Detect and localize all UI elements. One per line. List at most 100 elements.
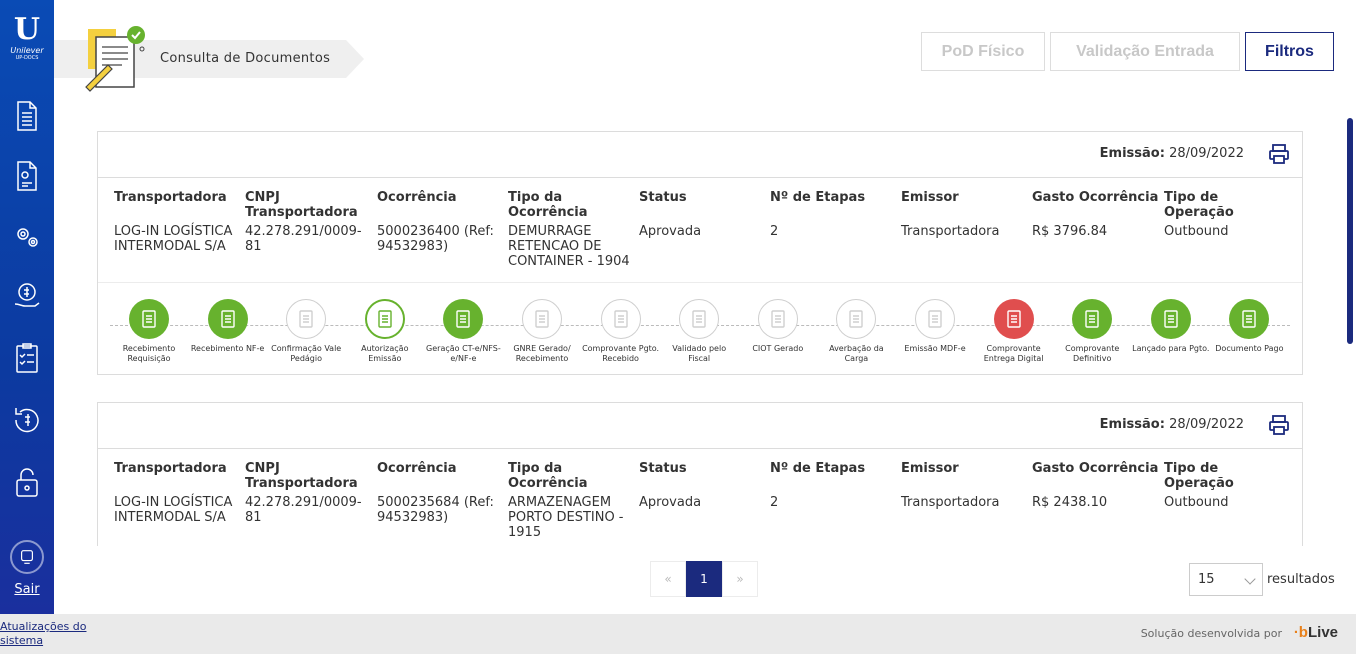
step-item: Comprovante Entrega Digital: [975, 299, 1053, 364]
results-label: resultados: [1267, 572, 1335, 587]
step-status-icon: [364, 299, 405, 339]
step-label: CIOT Gerado: [752, 344, 804, 353]
lock-icon[interactable]: [9, 464, 45, 500]
step-item: Averbação da Carga: [817, 299, 895, 364]
document-row: Transportadora LOG-IN LOGÍSTICA INTERMODA…: [98, 449, 1302, 546]
gasto-value: R$ 3796.84: [1032, 224, 1108, 239]
step-label: Averbação da Carga: [829, 344, 884, 363]
logo-mark: U: [13, 12, 41, 47]
gasto-value: R$ 2438.10: [1032, 495, 1108, 510]
step-status-icon: [129, 299, 169, 339]
step-status-icon: [1150, 299, 1191, 339]
document-card: Emissão: 28/09/2022 Transportadora LOG-IN…: [97, 131, 1303, 375]
step-label: Documento Pago: [1215, 344, 1284, 353]
step-label: Recebimento Requisição: [122, 344, 176, 363]
document-card: Emissão: 28/09/2022 Transportadora LOG-IN…: [97, 402, 1303, 546]
document-settings-icon[interactable]: [9, 158, 45, 194]
col-header: Nº de Etapas: [770, 190, 866, 205]
money-hand-icon[interactable]: [9, 278, 45, 314]
print-icon[interactable]: [1268, 143, 1290, 165]
scrollbar[interactable]: [1347, 118, 1353, 344]
prev-page-button[interactable]: «: [650, 561, 686, 597]
step-label: Validado pelo Fiscal: [672, 344, 727, 363]
chevron-down-icon: [1244, 573, 1256, 585]
col-header: Emissor: [901, 190, 959, 205]
col-header: Status: [639, 190, 687, 205]
step-item: Emissão MDF-e: [896, 299, 974, 354]
step-item: Validado pelo Fiscal: [660, 299, 738, 364]
checklist-icon[interactable]: [9, 340, 45, 376]
page-size-value: 15: [1198, 572, 1215, 587]
col-header: Tipo de Operação: [1164, 461, 1234, 491]
col-header: CNPJ Transportadora: [245, 461, 358, 491]
col-header: Gasto Ocorrência: [1032, 461, 1159, 476]
ocorrencia-value: 5000236400 (Ref: 94532983): [377, 224, 494, 254]
avatar[interactable]: [10, 540, 44, 574]
unilever-logo: U Unilever UP-DOCS: [5, 14, 49, 74]
step-item: GNRE Gerado/ Recebimento: [503, 299, 581, 364]
status-value: Aprovada: [639, 224, 702, 239]
updates-link[interactable]: Atualizações do sistema: [0, 620, 100, 648]
gears-icon[interactable]: [9, 218, 45, 254]
step-label: Geração CT-e/NFS-e/NF-e: [426, 344, 501, 363]
col-header: Tipo da Ocorrência: [508, 190, 588, 220]
step-label: Confirmação Vale Pedágio: [271, 344, 342, 363]
blive-logo: ·bLive: [1293, 624, 1338, 641]
col-header: Transportadora: [114, 461, 227, 476]
col-header: CNPJ Transportadora: [245, 190, 358, 220]
step-status-icon: [679, 299, 720, 339]
footer: Atualizações do sistema Solução desenvol…: [0, 614, 1356, 654]
logo-sub: UP-DOCS: [15, 55, 39, 61]
filtros-button[interactable]: Filtros: [1245, 32, 1334, 71]
emissor-value: Transportadora: [901, 495, 1000, 510]
emission-date: Emissão: 28/09/2022: [1099, 146, 1244, 161]
step-label: Lançado para Pgto.: [1132, 344, 1210, 353]
page-button[interactable]: 1: [686, 561, 722, 597]
progress-steps: Recebimento Requisição Recebimento NF-e Co…: [98, 282, 1302, 374]
next-page-button[interactable]: »: [722, 561, 758, 597]
documents-list[interactable]: Emissão: 28/09/2022 Transportadora LOG-IN…: [54, 100, 1356, 546]
operacao-value: Outbound: [1164, 495, 1229, 510]
page-title: Consulta de Documentos: [160, 51, 331, 66]
step-status-icon: [1229, 299, 1270, 339]
validacao-entrada-button[interactable]: Validação Entrada: [1050, 32, 1240, 71]
step-item: Lançado para Pgto.: [1132, 299, 1210, 354]
col-header: Emissor: [901, 461, 959, 476]
step-status-icon: [522, 299, 562, 339]
emissor-value: Transportadora: [901, 224, 1000, 239]
ocorrencia-value: 5000235684 (Ref: 94532983): [377, 495, 494, 525]
step-status-icon: [1072, 299, 1113, 339]
print-icon[interactable]: [1268, 414, 1290, 436]
col-header: Tipo da Ocorrência: [508, 461, 588, 491]
pod-fisico-button[interactable]: PoD Físico: [921, 32, 1045, 71]
page-size-select[interactable]: 15: [1189, 563, 1263, 596]
step-item: Comprovante Definitivo: [1053, 299, 1131, 364]
solution-label: Solução desenvolvida por: [1140, 627, 1282, 640]
logout-link[interactable]: Sair: [0, 582, 54, 597]
step-status-icon: [207, 299, 248, 339]
step-status-icon: [443, 299, 484, 339]
cnpj-value: 42.278.291/0009-81: [245, 224, 362, 254]
col-header: Ocorrência: [377, 461, 457, 476]
sidebar: U Unilever UP-DOCS Sair: [0, 0, 54, 614]
etapas-value: 2: [770, 495, 779, 510]
col-header: Status: [639, 461, 687, 476]
refund-icon[interactable]: [9, 402, 45, 438]
operacao-value: Outbound: [1164, 224, 1229, 239]
step-label: GNRE Gerado/ Recebimento: [513, 344, 571, 363]
document-icon[interactable]: [9, 98, 45, 134]
step-item: Recebimento Requisição: [110, 299, 188, 364]
step-label: Autorização Emissão: [361, 344, 409, 363]
step-item: Documento Pago: [1210, 299, 1288, 354]
emission-date: Emissão: 28/09/2022: [1099, 417, 1244, 432]
tipo-ocorrencia-value: DEMURRAGE RETENCAO DE CONTAINER - 1904: [508, 224, 630, 269]
etapas-value: 2: [770, 224, 779, 239]
step-item: Autorização Emissão: [346, 299, 424, 364]
step-status-icon: [993, 299, 1034, 339]
pagination: « 1 »: [650, 561, 758, 597]
step-item: Confirmação Vale Pedágio: [267, 299, 345, 364]
step-status-icon: [757, 299, 798, 339]
logo-brand: Unilever: [10, 46, 44, 55]
transportadora-value: LOG-IN LOGÍSTICA INTERMODAL S/A: [114, 495, 233, 525]
step-item: Geração CT-e/NFS-e/NF-e: [424, 299, 502, 364]
